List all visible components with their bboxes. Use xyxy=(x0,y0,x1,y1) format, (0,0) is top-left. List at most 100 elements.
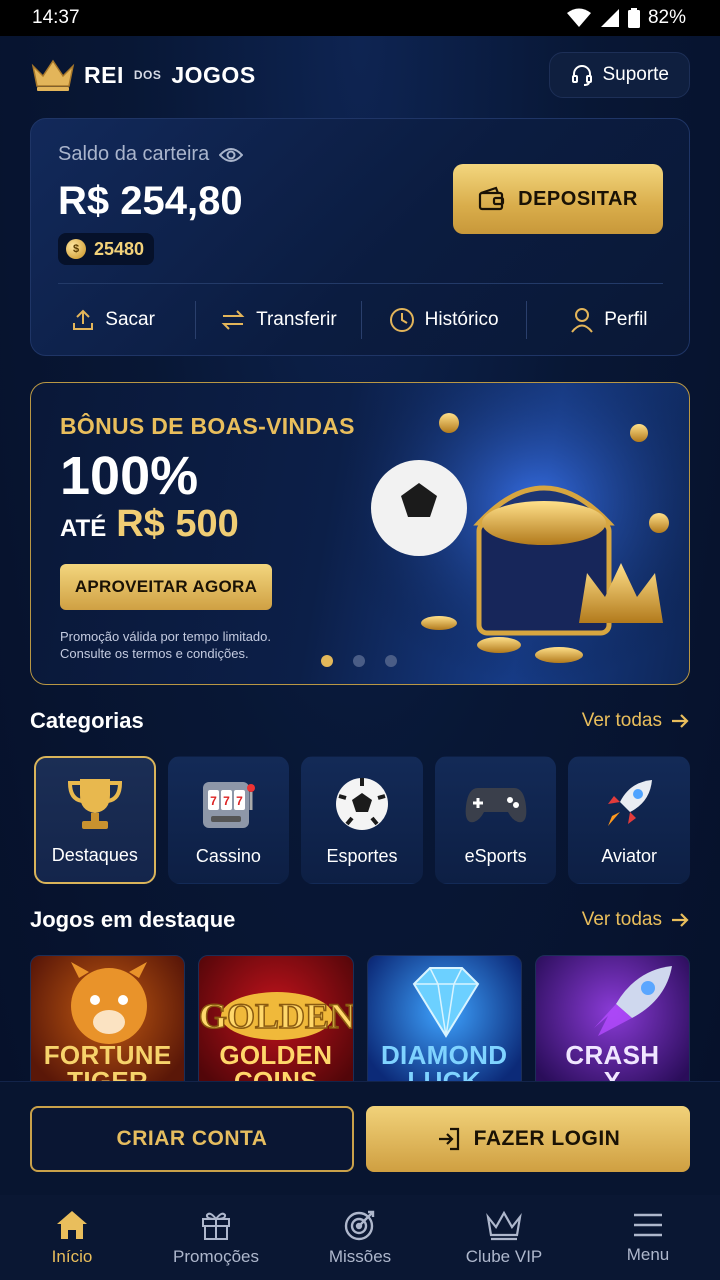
status-icons: 82% xyxy=(566,7,686,29)
target-icon xyxy=(344,1210,375,1240)
wallet-card: Saldo da carteira R$ 254,80 $ 25480 DEPO… xyxy=(30,118,690,356)
categories-see-all-link[interactable]: Ver todas xyxy=(582,710,690,732)
game-title-line1: FORTUNE xyxy=(43,1040,172,1070)
profile-button[interactable]: Perfil xyxy=(525,301,691,339)
wallet-actions: Sacar Transferir Histórico Perfil xyxy=(31,301,691,339)
wallet-icon xyxy=(479,186,505,211)
tab-inicio[interactable]: Início xyxy=(0,1195,144,1280)
category-label: Cassino xyxy=(195,846,261,866)
featured-header: Jogos em destaque Ver todas xyxy=(30,907,690,933)
arrow-right-icon xyxy=(672,913,689,927)
status-time: 14:37 xyxy=(32,7,80,28)
withdraw-label: Sacar xyxy=(105,309,155,330)
gamepad-icon xyxy=(465,788,526,823)
tab-menu[interactable]: Menu xyxy=(576,1195,720,1280)
carousel-dot[interactable] xyxy=(385,655,397,667)
bottom-tab-bar: Início Promoções Missões Clube VIP Menu xyxy=(0,1195,720,1280)
game-title: FORTUNE TIGER xyxy=(31,1042,184,1081)
category-destaques[interactable]: Destaques xyxy=(34,756,156,884)
history-button[interactable]: Histórico xyxy=(360,301,526,339)
login-icon xyxy=(438,1127,459,1151)
crown-icon xyxy=(486,1210,522,1240)
wallet-label-row: Saldo da carteira xyxy=(58,143,244,166)
logo-word-rei: REI xyxy=(84,61,124,88)
category-cassino[interactable]: 7 7 7 Cassino xyxy=(167,756,290,884)
wallet-divider xyxy=(58,283,663,284)
auth-bar: CRIAR CONTA FAZER LOGIN xyxy=(0,1081,720,1195)
header: REI DOS JOGOS Suporte xyxy=(30,50,690,100)
tab-label: Missões xyxy=(328,1246,392,1266)
home-icon xyxy=(57,1210,87,1239)
withdraw-button[interactable]: Sacar xyxy=(31,301,195,339)
category-list: Destaques 7 7 7 Cassino Esportes eSports xyxy=(34,756,690,886)
category-aviator[interactable]: Aviator xyxy=(568,756,690,884)
tab-clube-vip[interactable]: Clube VIP xyxy=(432,1195,576,1280)
game-card-diamond-luck[interactable]: DIAMOND LUCK xyxy=(366,955,522,1081)
featured-games-list: FORTUNE TIGER GOLDEN GOLDEN COINS DIAMON… xyxy=(30,955,690,1081)
signal-icon xyxy=(600,9,619,27)
see-all-label: Ver todas xyxy=(581,710,662,731)
headset-icon xyxy=(572,65,593,86)
banner-artwork xyxy=(349,383,689,683)
crown-logo-icon xyxy=(31,59,75,91)
banner-amount: R$ 500 xyxy=(116,503,239,545)
transfer-icon xyxy=(221,310,245,330)
menu-icon xyxy=(634,1213,662,1236)
clock-icon xyxy=(389,308,414,332)
arrow-right-icon xyxy=(672,714,689,728)
battery-level: 82% xyxy=(647,7,686,28)
user-icon xyxy=(571,308,594,333)
support-label: Suporte xyxy=(602,64,669,85)
transfer-label: Transferir xyxy=(256,309,337,330)
support-button[interactable]: Suporte xyxy=(549,52,690,98)
transfer-button[interactable]: Transferir xyxy=(195,301,360,339)
upload-icon xyxy=(73,309,94,330)
banner-terms-line2: Consulte os termos e condições. xyxy=(60,646,249,661)
logo-word-jogos: JOGOS xyxy=(171,61,256,88)
create-account-button[interactable]: CRIAR CONTA xyxy=(30,1106,354,1172)
svg-text:GOLDEN: GOLDEN xyxy=(199,996,353,1036)
trophy-icon xyxy=(67,779,122,829)
soccer-ball-icon xyxy=(336,778,389,830)
deposit-button[interactable]: DEPOSITAR xyxy=(453,164,663,234)
game-card-golden-coins[interactable]: GOLDEN GOLDEN COINS xyxy=(198,955,354,1081)
categories-header: Categorias Ver todas xyxy=(30,708,690,734)
banner-terms: Promoção válida por tempo limitado. Cons… xyxy=(60,628,320,662)
banner-amount-row: ATÉ R$ 500 xyxy=(60,503,239,546)
svg-text:7: 7 xyxy=(211,794,218,808)
banner-headline: 100% xyxy=(60,446,199,506)
wifi-icon xyxy=(566,8,591,27)
categories-title: Categorias xyxy=(30,708,144,733)
deposit-label: DEPOSITAR xyxy=(518,187,638,210)
game-title-line1: DIAMOND xyxy=(380,1040,508,1070)
slot-machine-icon: 7 7 7 xyxy=(203,782,256,828)
rocket-art xyxy=(593,966,672,1036)
eye-icon[interactable] xyxy=(219,146,244,164)
featured-see-all-link[interactable]: Ver todas xyxy=(582,909,690,931)
banner-upto-label: ATÉ xyxy=(60,515,107,542)
profile-label: Perfil xyxy=(604,309,648,330)
game-card-fortune-tiger[interactable]: FORTUNE TIGER xyxy=(30,955,186,1081)
tab-label: Promoções xyxy=(173,1246,259,1266)
category-esportes[interactable]: Esportes xyxy=(301,756,423,884)
game-title-line1: CRASH xyxy=(565,1040,660,1070)
tab-promocoes[interactable]: Promoções xyxy=(144,1195,288,1280)
tab-label: Menu xyxy=(626,1244,670,1264)
claim-bonus-button[interactable]: APROVEITAR AGORA xyxy=(60,564,272,610)
battery-icon xyxy=(627,8,640,28)
carousel-dot[interactable] xyxy=(353,655,365,667)
game-title: GOLDEN COINS xyxy=(199,1042,352,1081)
diamond-art xyxy=(412,967,479,1038)
featured-title: Jogos em destaque xyxy=(30,907,236,932)
login-button[interactable]: FAZER LOGIN xyxy=(366,1106,690,1172)
carousel-dot[interactable] xyxy=(321,655,333,667)
tab-missoes[interactable]: Missões xyxy=(288,1195,432,1280)
logo[interactable]: REI DOS JOGOS xyxy=(30,58,256,92)
game-card-crash-x[interactable]: CRASH X xyxy=(534,955,690,1081)
banner-kicker: BÔNUS DE BOAS-VINDAS xyxy=(60,413,355,439)
category-label: Destaques xyxy=(51,845,138,865)
tab-label: Início xyxy=(51,1246,93,1266)
welcome-bonus-banner[interactable]: BÔNUS DE BOAS-VINDAS 100% ATÉ R$ 500 APR… xyxy=(30,382,690,685)
svg-text:7: 7 xyxy=(224,794,231,808)
category-esports[interactable]: eSports xyxy=(434,756,557,884)
